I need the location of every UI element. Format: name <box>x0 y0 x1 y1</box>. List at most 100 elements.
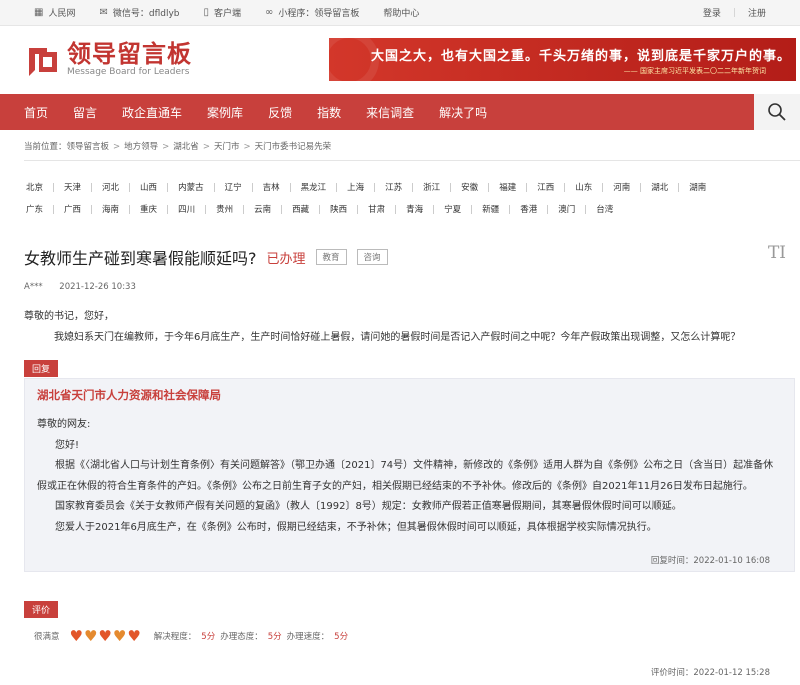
province-link[interactable]: 宁夏 <box>444 203 482 215</box>
breadcrumb-item[interactable]: 天门市 <box>214 142 240 152</box>
province-link[interactable]: 重庆 <box>140 203 178 215</box>
divider <box>53 182 55 192</box>
province-link[interactable]: 福建 <box>499 181 537 193</box>
tag-consult[interactable]: 咨询 <box>356 249 388 265</box>
breadcrumb-item[interactable]: 湖北省 <box>173 142 199 152</box>
breadcrumb-item[interactable]: 地方领导 <box>124 142 158 152</box>
province-link[interactable]: 青海 <box>406 203 444 215</box>
province-link[interactable]: 江苏 <box>385 181 423 193</box>
miniprogram-icon: ∞ <box>265 7 274 18</box>
divider <box>357 204 359 214</box>
nav-feedback[interactable]: 反馈 <box>268 104 292 121</box>
divider: | <box>732 7 736 18</box>
province-link[interactable]: 海南 <box>102 203 140 215</box>
heart-icon: ♥ <box>69 627 83 645</box>
slogan-banner[interactable]: 大国之大，也有大国之重。千头万绪的事，说到底是千家万户的事。 —— 国家主席习近… <box>329 38 796 81</box>
help-center-link[interactable]: 帮助中心 <box>383 6 419 19</box>
nav-index[interactable]: 指数 <box>317 104 341 121</box>
province-link[interactable]: 浙江 <box>423 181 461 193</box>
login-link[interactable]: 登录 <box>703 6 721 19</box>
province-name: 重庆 <box>140 205 158 215</box>
site-logo[interactable]: 领导留言板 Message Board for Leaders <box>25 41 192 78</box>
province-link[interactable]: 甘肃 <box>368 203 406 215</box>
province-name: 江西 <box>537 183 555 193</box>
province-link[interactable]: 云南 <box>254 203 292 215</box>
province-link[interactable]: 山东 <box>575 181 613 193</box>
nav-solved[interactable]: 解决了吗 <box>439 104 487 121</box>
province-link[interactable]: 山西 <box>140 181 178 193</box>
province-name: 云南 <box>254 205 272 215</box>
nav-enterprise[interactable]: 政企直通车 <box>122 104 182 121</box>
province-name: 台湾 <box>596 205 614 215</box>
nav-survey[interactable]: 来信调查 <box>366 104 414 121</box>
app-link[interactable]: ▯ 客户端 <box>204 6 242 19</box>
province-link[interactable]: 澳门 <box>558 203 596 215</box>
province-link[interactable]: 安徽 <box>461 181 499 193</box>
solve-score: 5分 <box>201 632 216 642</box>
province-name: 吉林 <box>262 183 280 193</box>
font-size-icon[interactable]: TI <box>768 243 786 263</box>
province-name: 辽宁 <box>224 183 242 193</box>
province-name: 天津 <box>64 183 82 193</box>
reply-time: 回复时间：2022-01-10 16:08 <box>650 556 770 566</box>
evaluation-time: 评价时间：2022-01-12 15:28 <box>650 668 770 678</box>
province-link[interactable]: 广东 <box>26 203 64 215</box>
province-link[interactable]: 辽宁 <box>225 181 263 193</box>
divider <box>585 204 587 214</box>
miniprogram-link[interactable]: ∞ 小程序：领导留言板 <box>265 6 359 19</box>
province-link[interactable]: 江西 <box>537 181 575 193</box>
province-link[interactable]: 湖南 <box>689 181 706 193</box>
nav-home[interactable]: 首页 <box>24 104 48 121</box>
tag-education[interactable]: 教育 <box>315 249 347 265</box>
province-link[interactable]: 广西 <box>64 203 102 215</box>
province-link[interactable]: 黑龙江 <box>301 181 348 193</box>
province-link[interactable]: 新疆 <box>482 203 520 215</box>
divider <box>53 204 55 214</box>
divider <box>450 182 452 192</box>
province-link[interactable]: 吉林 <box>263 181 301 193</box>
province-link[interactable]: 上海 <box>347 181 385 193</box>
message-title: 女教师生产碰到寒暑假能顺延吗? <box>24 249 257 268</box>
banner-source: —— 国家主席习近平发表二〇二二年新年贺词 <box>623 67 766 75</box>
banner-headline: 大国之大，也有大国之重。千头万绪的事，说到底是千家万户的事。 <box>371 49 792 64</box>
province-link[interactable]: 河北 <box>102 181 140 193</box>
divider <box>547 204 549 214</box>
breadcrumb-item[interactable]: 领导留言板 <box>67 142 110 152</box>
rating-hearts: ♥ ♥ ♥ ♥ ♥ <box>70 627 142 645</box>
province-link[interactable]: 贵州 <box>216 203 254 215</box>
province-name: 四川 <box>178 205 196 215</box>
province-link[interactable]: 北京 <box>26 181 64 193</box>
heart-icon: ♥ <box>83 627 98 645</box>
province-link[interactable]: 香港 <box>520 203 558 215</box>
province-name: 山西 <box>140 183 158 193</box>
breadcrumb-item[interactable]: 天门市委书记易先荣 <box>255 142 332 152</box>
divider <box>319 204 321 214</box>
province-name: 安徽 <box>461 183 479 193</box>
author: A*** <box>24 282 43 292</box>
province-link[interactable]: 陕西 <box>330 203 368 215</box>
divider <box>509 204 511 214</box>
province-link[interactable]: 河南 <box>613 181 651 193</box>
province-link[interactable]: 台湾 <box>596 203 613 215</box>
divider <box>205 204 207 214</box>
logo-subtitle: Message Board for Leaders <box>67 67 190 77</box>
nav-cases[interactable]: 案例库 <box>207 104 243 121</box>
heart-icon: ♥ <box>127 627 141 645</box>
search-button[interactable] <box>754 94 800 130</box>
province-link[interactable]: 内蒙古 <box>178 181 225 193</box>
nav-message[interactable]: 留言 <box>73 104 97 121</box>
logo-mark-icon <box>25 42 61 78</box>
main-nav: 首页 留言 政企直通车 案例库 反馈 指数 来信调查 解决了吗 <box>0 94 800 130</box>
province-link[interactable]: 湖北 <box>651 181 689 193</box>
evaluation-label: 评价 <box>24 601 59 618</box>
status-badge: 已办理 <box>266 251 306 267</box>
divider <box>488 182 490 192</box>
province-link[interactable]: 天津 <box>64 181 102 193</box>
province-name: 河南 <box>613 183 631 193</box>
province-link[interactable]: 西藏 <box>292 203 330 215</box>
wechat-link[interactable]: ✉ 微信号：dfldlyb <box>99 6 179 19</box>
province-name: 贵州 <box>216 205 234 215</box>
province-link[interactable]: 四川 <box>178 203 216 215</box>
renminwang-link[interactable]: ▦ 人民网 <box>34 6 75 19</box>
register-link[interactable]: 注册 <box>748 6 766 19</box>
